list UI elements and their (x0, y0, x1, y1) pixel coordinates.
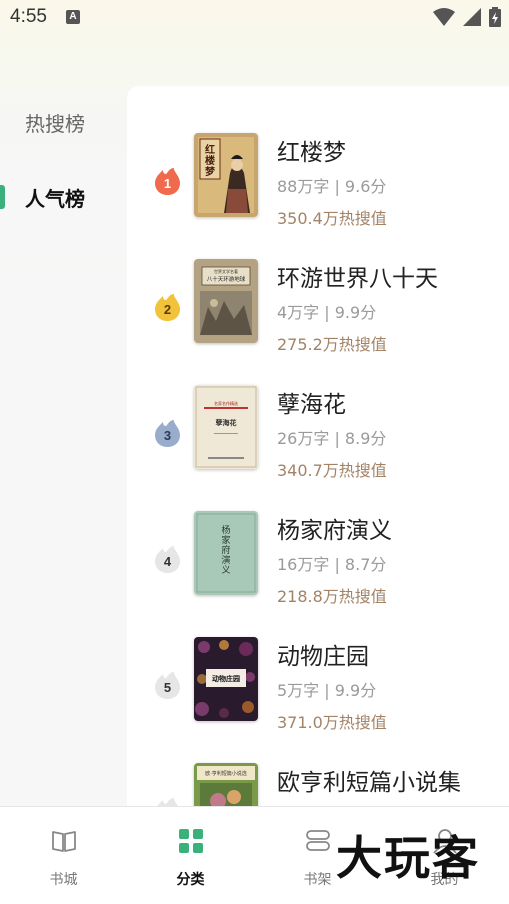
book-cover[interactable]: 红楼梦 (194, 133, 258, 217)
sidebar-item-label: 热搜榜 (25, 111, 85, 136)
battery-icon (489, 7, 501, 27)
sidebar-item-hot-search[interactable]: 热搜榜 (0, 102, 127, 142)
rank-badge: 6 (155, 798, 180, 806)
rank-badge: 4 (155, 546, 180, 573)
status-bar: 4:55 A (0, 0, 509, 36)
watermark-text: 大玩客 (336, 831, 480, 885)
book-meta: 26万字 | 8.9分 (277, 429, 387, 448)
rank-badge: 2 (155, 294, 180, 321)
book-title: 环游世界八十天 (277, 266, 438, 292)
accessibility-a-icon: A (66, 10, 80, 24)
book-list-item[interactable]: 2 世界文学名著 八十天环游地球 环游世界八十天 4万字 | 9.9分 275.… (127, 259, 509, 371)
book-title: 孽海花 (277, 392, 346, 418)
book-list-item[interactable]: 5 动物庄园 动物庄园 5万字 | 9.9分 371.0万热搜值 (127, 637, 509, 749)
sidebar-item-popularity[interactable]: 人气榜 (0, 177, 127, 217)
book-ranking-list: 1 红楼梦 红楼梦 88万字 | 9.6分 350.4万热搜值 2 世界文学名著… (127, 86, 509, 806)
cover-title: 八十天环游地球 (207, 275, 246, 283)
book-heat: 371.0万热搜值 (277, 713, 387, 732)
book-meta: 16万字 | 8.7分 (277, 555, 387, 574)
book-list-item[interactable]: 1 红楼梦 红楼梦 88万字 | 9.6分 350.4万热搜值 (127, 133, 509, 245)
book-icon (52, 831, 76, 852)
sidebar-item-label: 人气榜 (25, 186, 85, 211)
book-heat: 340.7万热搜值 (277, 461, 387, 480)
book-heat: 218.8万热搜值 (277, 587, 387, 606)
rank-number: 5 (163, 680, 172, 695)
rank-badge: 1 (155, 168, 180, 195)
nav-label: 分类 (176, 872, 205, 888)
book-title: 欧亨利短篇小说集 (277, 770, 461, 796)
ranking-sidebar: 热搜榜 人气榜 (0, 86, 127, 806)
bookshelf-icon (306, 830, 330, 851)
cover-title: 动物庄园 (212, 674, 240, 683)
book-heat: 350.4万热搜值 (277, 209, 387, 228)
cover-top-text: 世界文学名著 (214, 268, 238, 274)
cover-title: 孽海花 (216, 418, 237, 427)
status-time: 4:55 (10, 6, 47, 27)
book-list-item[interactable]: 4 杨家府演义 杨家府演义 16万字 | 8.7分 218.8万热搜值 (127, 511, 509, 623)
book-meta: 5万字 | 9.9分 (277, 681, 377, 700)
book-heat: 275.2万热搜值 (277, 335, 387, 354)
rank-badge: 5 (155, 672, 180, 699)
rank-number: 2 (163, 302, 172, 317)
book-cover[interactable]: 名家名作精选 孽海花 (194, 385, 258, 469)
rank-number: 4 (163, 554, 172, 569)
cover-title: 红楼梦 (205, 143, 216, 178)
book-title: 红楼梦 (277, 140, 346, 166)
category-grid-icon (179, 829, 203, 853)
book-cover[interactable]: 欧·亨利短篇小说选 (194, 763, 258, 806)
book-title: 动物庄园 (277, 644, 369, 670)
book-list-item[interactable]: 3 名家名作精选 孽海花 孽海花 26万字 | 8.9分 340.7万热搜值 (127, 385, 509, 497)
cover-top-text: 名家名作精选 (214, 400, 238, 406)
rank-badge: 3 (155, 420, 180, 447)
book-meta: 4万字 | 9.9分 (277, 303, 377, 322)
rank-number: 3 (163, 428, 172, 443)
wifi-icon (433, 8, 455, 26)
status-icons (433, 7, 501, 27)
cover-title: 欧·亨利短篇小说选 (205, 770, 247, 777)
nav-tab-category[interactable]: 分类 (127, 807, 254, 904)
signal-icon (463, 8, 481, 26)
nav-label: 书城 (49, 872, 78, 888)
book-cover[interactable]: 世界文学名著 八十天环游地球 (194, 259, 258, 343)
book-title: 杨家府演义 (277, 518, 392, 544)
book-list-item[interactable]: 6 欧·亨利短篇小说选 欧亨利短篇小说集 (127, 763, 509, 806)
book-meta: 88万字 | 9.6分 (277, 177, 387, 196)
rank-number: 1 (163, 176, 172, 191)
cover-title: 杨家府演义 (221, 524, 230, 576)
book-cover[interactable]: 杨家府演义 (194, 511, 258, 595)
book-cover[interactable]: 动物庄园 (194, 637, 258, 721)
nav-tab-bookstore[interactable]: 书城 (0, 807, 127, 904)
